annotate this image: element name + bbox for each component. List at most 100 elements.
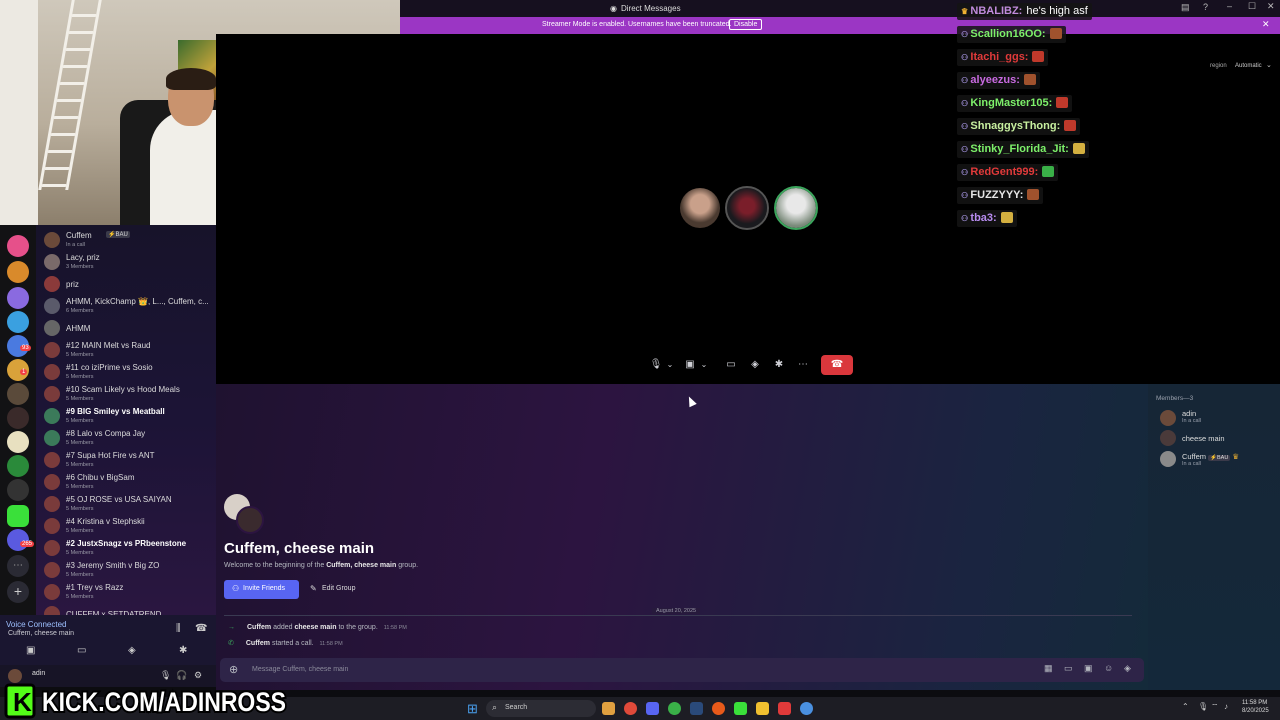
gif-icon[interactable]: ▭ — [1064, 663, 1073, 674]
more-icon[interactable]: ⋯ — [795, 355, 811, 375]
message-input[interactable]: Message Cuffem, cheese main — [252, 666, 348, 673]
server-icon[interactable] — [7, 235, 29, 257]
server-icon[interactable] — [7, 529, 29, 551]
server-icon[interactable] — [7, 287, 29, 309]
microphone-icon[interactable]: 🎙 — [1198, 702, 1208, 711]
screen-share-icon[interactable]: ▭ — [723, 355, 739, 375]
soundboard-icon[interactable]: ✱ — [771, 355, 787, 375]
dm-list-item[interactable]: #10 Scam Likely vs Hood Meals 5 Members — [42, 384, 212, 406]
browser-icon[interactable] — [800, 702, 813, 715]
chrome-icon[interactable] — [624, 702, 637, 715]
close-icon[interactable]: ✕ — [1262, 19, 1270, 30]
microphone-icon[interactable]: 🎙 — [160, 670, 171, 681]
help-icon[interactable]: ? — [1203, 2, 1208, 12]
wifi-icon[interactable]: ⌔ — [1211, 702, 1219, 712]
member-name[interactable]: cheese main — [1182, 434, 1225, 443]
leave-call-button[interactable]: ☎ — [821, 355, 853, 375]
member-name[interactable]: Cuffem ⚡BAU ♛ — [1182, 452, 1239, 461]
dm-list-item[interactable]: #7 Supa Hot Fire vs ANT 5 Members — [42, 450, 212, 472]
volume-icon[interactable]: ♪ — [1224, 702, 1228, 711]
close-icon[interactable]: ✕ — [1267, 1, 1275, 12]
dm-list-item[interactable]: #8 Lalo vs Compa Jay 5 Members — [42, 428, 212, 450]
dm-list-item[interactable]: #4 Kristina v Stephskii 5 Members — [42, 516, 212, 538]
add-attachment-icon[interactable]: ⊕ — [229, 663, 238, 676]
maximize-icon[interactable]: ☐ — [1248, 1, 1256, 12]
folder-icon[interactable] — [756, 702, 769, 715]
camera-off-icon[interactable]: ▣ — [26, 645, 35, 656]
voice-waveform-icon[interactable]: ⫼ — [176, 623, 181, 634]
dm-list-item[interactable]: #2 JustxSnagz vs PRbeenstone 5 Members — [42, 538, 212, 560]
server-icon[interactable] — [7, 311, 29, 333]
taskbar-search[interactable]: ⌕ Search — [486, 700, 596, 717]
dm-list-item[interactable]: CUFFEM x SETDATREND — [42, 604, 212, 615]
soundboard-icon[interactable]: ✱ — [179, 645, 187, 656]
clock-date[interactable]: 8/20/2025 — [1242, 708, 1269, 714]
app-icon[interactable] — [602, 702, 615, 715]
gear-icon[interactable]: ⚙ — [194, 670, 202, 681]
activity-icon[interactable]: ◈ — [747, 355, 763, 375]
steam-icon[interactable] — [690, 702, 703, 715]
call-participant-avatar[interactable] — [725, 186, 769, 230]
invite-friends-button[interactable]: ⚇ Invite Friends — [224, 580, 299, 599]
dm-list-item[interactable]: AHMM, KickChamp 👑, L..., Cuffem, c... 6 M… — [42, 296, 212, 318]
more-servers-icon[interactable]: ⋯ — [7, 555, 29, 577]
dm-list-item[interactable]: Lacy, priz 3 Members — [42, 252, 212, 274]
inbox-icon[interactable]: ▤ — [1181, 2, 1190, 13]
kick-server-icon[interactable] — [7, 505, 29, 527]
avatar[interactable] — [1160, 451, 1176, 467]
gift-icon[interactable]: ▦ — [1044, 663, 1053, 674]
disable-button[interactable]: Disable — [729, 19, 763, 30]
server-icon[interactable] — [7, 479, 29, 501]
region-select[interactable]: Automatic — [1235, 63, 1262, 69]
dm-list-item[interactable]: #9 BIG Smiley vs Meatball 5 Members — [42, 406, 212, 428]
headphones-icon[interactable]: 🎧 — [176, 670, 187, 681]
emoji-icon[interactable]: ☺ — [1104, 663, 1113, 673]
call-participant-avatar[interactable] — [774, 186, 818, 230]
dm-list-item[interactable]: Cuffem ⚡BAU In a call — [42, 230, 212, 252]
chevron-down-icon[interactable]: ⌄ — [1266, 61, 1272, 69]
server-icon[interactable] — [7, 455, 29, 477]
screen-share-icon[interactable]: ▭ — [77, 645, 86, 656]
dm-list-item[interactable]: #5 OJ ROSE vs USA SAIYAN 5 Members — [42, 494, 212, 516]
avatar[interactable] — [8, 669, 22, 683]
add-server-icon[interactable]: + — [7, 581, 29, 603]
server-icon[interactable] — [7, 431, 29, 453]
app-icon[interactable] — [712, 702, 725, 715]
dm-list-item[interactable]: #1 Trey vs Razz 5 Members — [42, 582, 212, 604]
voice-channel[interactable]: Cuffem, cheese main — [8, 630, 74, 637]
avatar[interactable] — [1160, 410, 1176, 426]
discord-icon[interactable] — [646, 702, 659, 715]
activity-icon[interactable]: ◈ — [128, 645, 136, 656]
clock-time[interactable]: 11:58 PM — [1242, 700, 1267, 706]
app-icon[interactable] — [668, 702, 681, 715]
windows-start-icon[interactable]: ⊞ — [467, 701, 478, 717]
sticker-icon[interactable]: ▣ — [1084, 663, 1093, 674]
dm-list-item[interactable]: #6 Chibu v BigSam 5 Members — [42, 472, 212, 494]
dm-list-item[interactable]: AHMM — [42, 318, 212, 340]
dm-list-item[interactable]: #11 co iziPrime vs Sosio 5 Members — [42, 362, 212, 384]
disconnect-icon[interactable]: ☎ — [195, 623, 207, 634]
chevron-up-icon[interactable]: ⌃ — [1182, 702, 1189, 711]
dm-list: Cuffem ⚡BAU In a call Lacy, priz 3 Members pr… — [36, 225, 216, 615]
member-name[interactable]: adin — [1182, 409, 1196, 418]
kick-icon[interactable] — [734, 702, 747, 715]
dm-list-item[interactable]: priz — [42, 274, 212, 296]
dm-list-item[interactable]: #12 MAIN Melt vs Raud 5 Members — [42, 340, 212, 362]
apps-icon[interactable]: ◈ — [1124, 663, 1131, 674]
message-actor[interactable]: Cuffem — [247, 624, 271, 631]
camera-off-icon[interactable]: ▣ — [683, 355, 697, 375]
microphone-icon[interactable]: 🎙 — [649, 355, 663, 375]
app-icon[interactable] — [778, 702, 791, 715]
server-icon[interactable] — [7, 407, 29, 429]
call-participant-avatar[interactable] — [680, 188, 720, 228]
avatar[interactable] — [1160, 430, 1176, 446]
message-target[interactable]: cheese main — [294, 624, 336, 631]
server-icon[interactable] — [7, 383, 29, 405]
message-actor[interactable]: Cuffem — [246, 640, 270, 647]
chevron-down-icon[interactable]: ⌄ — [665, 355, 675, 375]
dm-list-item[interactable]: #3 Jeremy Smith v Big ZO 5 Members — [42, 560, 212, 582]
chevron-down-icon[interactable]: ⌄ — [699, 355, 709, 375]
edit-group-button[interactable]: ✎ Edit Group — [304, 580, 366, 599]
server-icon[interactable] — [7, 261, 29, 283]
minimize-icon[interactable]: – — [1227, 1, 1232, 11]
